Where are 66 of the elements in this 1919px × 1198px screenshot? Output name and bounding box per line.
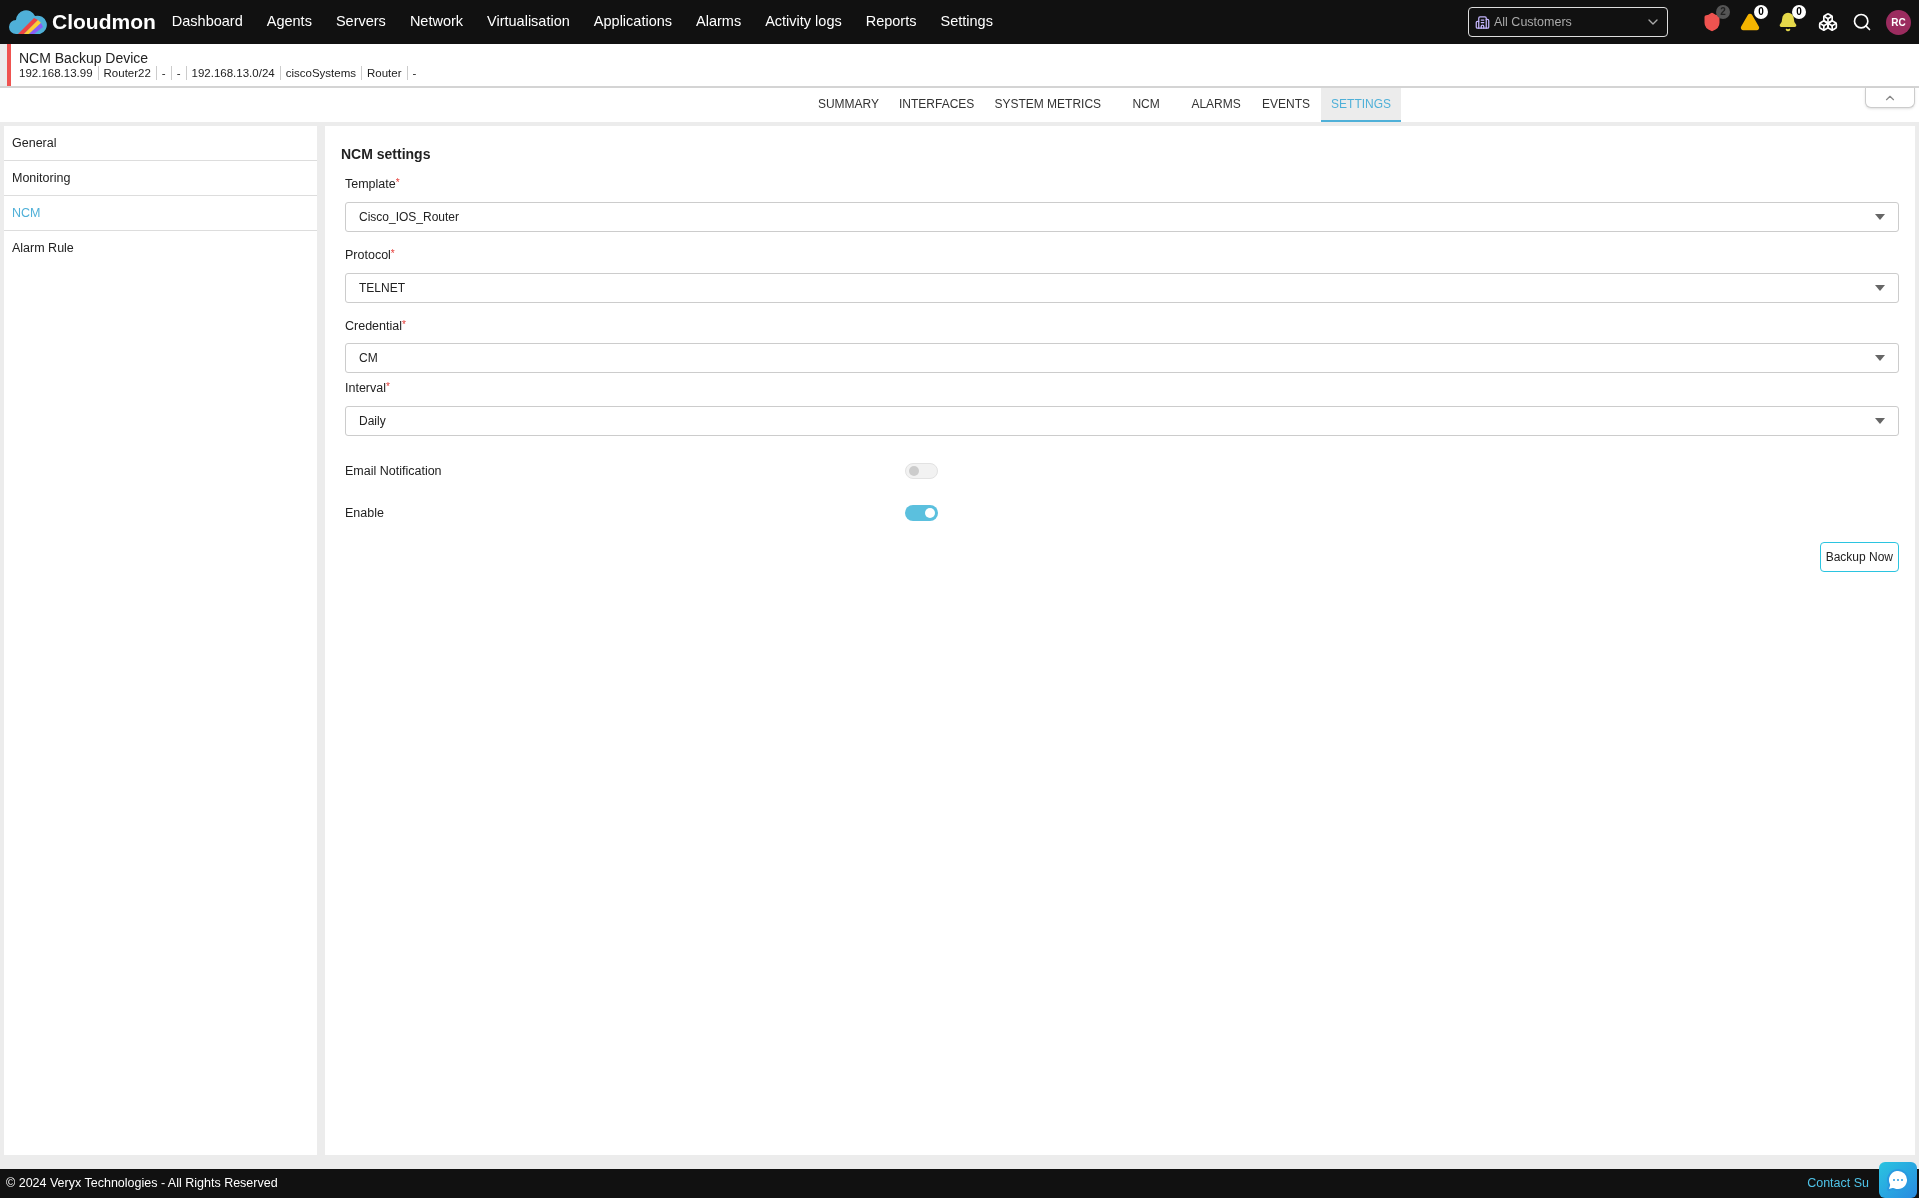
nav-link[interactable]: Agents — [266, 11, 312, 33]
backup-now-button[interactable]: Backup Now — [1819, 542, 1899, 572]
field-label: Credential — [345, 317, 402, 335]
caret-icon — [1875, 418, 1885, 424]
device-detail: Router22 — [98, 66, 157, 80]
sidebar-item[interactable]: General — [4, 126, 317, 161]
search-icon[interactable] — [1852, 12, 1872, 32]
required-mark: * — [390, 246, 395, 261]
device-detail: ciscoSystems — [280, 66, 362, 80]
device-detail: 192.168.13.0/24 — [186, 66, 281, 80]
customer-select[interactable]: All Customers — [1468, 7, 1668, 37]
nav-link[interactable]: Applications — [593, 11, 672, 33]
section-title: NCM settings — [341, 145, 432, 164]
caret-icon — [1875, 213, 1885, 220]
field-label: Protocol — [345, 246, 391, 264]
toggle-switch[interactable] — [905, 505, 938, 521]
contact-link[interactable]: Contact Su — [1807, 1174, 1869, 1193]
building-icon — [1475, 14, 1490, 30]
device-detail: 192.168.13.99 — [19, 66, 99, 80]
dropdown-field[interactable]: TELNET — [345, 272, 1899, 303]
tab[interactable]: SUMMARY — [807, 88, 890, 122]
nav-link[interactable]: Network — [409, 11, 464, 33]
toggle-label: Enable — [345, 504, 385, 522]
dropdown-field[interactable]: Cisco_IOS_Router — [345, 201, 1899, 232]
shield-icon — [1702, 12, 1722, 32]
warning-icon — [1740, 12, 1760, 32]
nav-link[interactable]: Servers — [335, 11, 386, 33]
required-mark: * — [386, 380, 390, 395]
device-detail: - — [171, 66, 187, 80]
nav-link[interactable]: Reports — [865, 11, 917, 33]
sidebar-item[interactable]: Alarm Rule — [4, 231, 317, 266]
device-title: NCM Backup Device — [19, 50, 150, 66]
nav-link[interactable]: Settings — [940, 11, 993, 33]
cloud-logo-icon — [8, 8, 48, 36]
caret-icon — [1875, 355, 1885, 362]
required-mark: * — [402, 317, 406, 332]
dropdown-field[interactable]: Daily — [345, 406, 1899, 436]
nav-link[interactable]: Activity logs — [765, 11, 842, 33]
count-badge: 0 — [1754, 5, 1768, 19]
tab[interactable]: EVENTS — [1251, 88, 1322, 122]
toggle-label: Email Notification — [345, 462, 443, 480]
required-mark: * — [395, 176, 400, 188]
tab[interactable]: SYSTEM METRICS — [984, 88, 1112, 122]
device-detail: - — [411, 66, 418, 80]
nav-link[interactable]: Virtualisation — [487, 11, 570, 33]
toggle-switch[interactable] — [905, 463, 938, 479]
field-label: Interval — [345, 380, 386, 398]
device-detail: - — [156, 66, 172, 80]
brand-name: Cloudmon — [52, 9, 156, 36]
copyright-text: © 2024 Veryx Technologies - All Rights Reserved — [6, 1175, 278, 1193]
chat-icon — [1886, 1168, 1910, 1192]
user-avatar[interactable]: RC — [1886, 9, 1911, 35]
device-detail: Router — [362, 66, 408, 80]
field-label: Template — [345, 176, 396, 193]
nav-link[interactable]: Dashboard — [171, 11, 243, 33]
tab[interactable]: INTERFACES — [889, 88, 985, 122]
chat-button[interactable] — [1879, 1162, 1917, 1198]
tab[interactable]: ALARMS — [1181, 88, 1252, 122]
count-badge: 0 — [1792, 5, 1806, 19]
nav-link[interactable]: Alarms — [696, 11, 742, 33]
sidebar-item[interactable]: Monitoring — [4, 161, 317, 196]
bell-icon — [1778, 12, 1798, 32]
cubes-icon[interactable] — [1818, 12, 1838, 32]
caret-icon — [1875, 284, 1885, 291]
dropdown-field[interactable]: CM — [345, 343, 1899, 374]
tab[interactable]: NCM — [1111, 88, 1182, 122]
